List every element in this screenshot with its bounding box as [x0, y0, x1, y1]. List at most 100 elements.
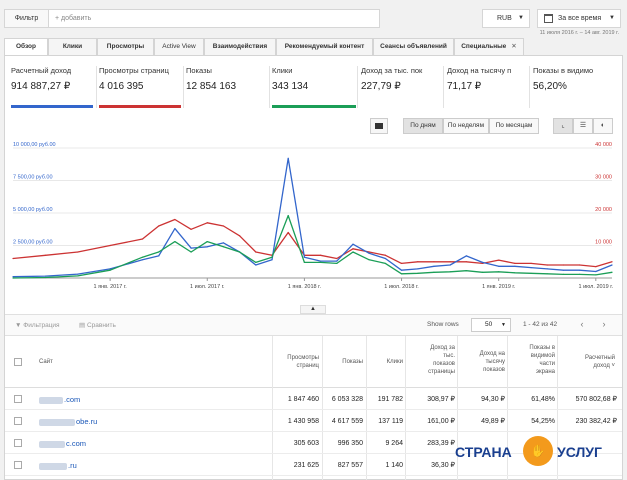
data-point	[465, 270, 467, 272]
data-point	[433, 271, 435, 273]
header-site[interactable]: Сайт	[39, 358, 53, 366]
by-day-button[interactable]: По дням	[403, 118, 443, 134]
right-axis-tick: 20 000	[595, 207, 612, 213]
tab-views[interactable]: Просмотры	[97, 38, 154, 56]
table-row[interactable]: .com 1 847 460 6 053 328 191 782 308,97 …	[5, 389, 622, 410]
data-point	[465, 255, 467, 257]
data-point	[595, 266, 597, 268]
x-axis-tick: 1 янв. 2019 г.	[482, 284, 516, 290]
header-clicks[interactable]: Клики	[367, 358, 403, 366]
metric-value: 343 134	[272, 81, 309, 92]
close-icon[interactable]: ✕	[511, 43, 516, 50]
data-point	[222, 242, 225, 244]
site-link[interactable]: obe.ru	[39, 411, 97, 432]
cell-viewable: 61,48%	[531, 396, 555, 403]
header-viewable[interactable]: Показы в видимой части экрана	[509, 344, 555, 376]
metric-label: Клики	[272, 66, 293, 75]
data-point	[190, 251, 192, 253]
site-link[interactable]: .com	[39, 389, 80, 410]
metric-pageviews[interactable]: Просмотры страниц 4 016 395	[99, 66, 181, 108]
tab-custom[interactable]: Специальные ✕	[454, 38, 524, 56]
row-checkbox[interactable]	[14, 461, 22, 469]
by-week-button[interactable]: По неделям	[443, 118, 489, 134]
metric-value: 56,20%	[533, 81, 567, 92]
compare-button[interactable]: ▤ Сравнить	[79, 319, 116, 332]
table-row[interactable]: obe.ru 1 430 958 4 617 559 137 119 161,0…	[5, 411, 622, 432]
cell-clicks: 191 782	[377, 396, 403, 403]
header-line: тыс.	[443, 353, 455, 359]
header-rpm-page[interactable]: Доход за тыс. показов страницы	[405, 344, 455, 376]
cell-viewable: 54,25%	[531, 418, 555, 425]
next-page-icon[interactable]: ›	[595, 318, 613, 332]
rows-per-page-select[interactable]: 50 ▼	[471, 318, 511, 332]
data-point	[465, 261, 467, 263]
watermark-text-right: УСЛУГ	[557, 444, 602, 460]
collapse-chart-button[interactable]: ▲	[300, 305, 326, 314]
data-point	[417, 272, 419, 274]
pie-chart-icon[interactable]: ◐	[593, 118, 613, 134]
right-axis-tick: 40 000	[595, 142, 612, 148]
filter-bar[interactable]: Фильтр + добавить	[4, 9, 380, 28]
metric-rpm-impressions[interactable]: Доход на тысячу п 71,17 ₽	[447, 66, 527, 108]
filter-add-link[interactable]: + добавить	[55, 10, 91, 27]
header-impressions[interactable]: Показы	[323, 358, 363, 366]
comment-icon[interactable]	[370, 118, 388, 134]
metric-impressions[interactable]: Показы 12 854 163	[186, 66, 268, 108]
performance-chart: 10 000,00 руб.00 7 500,00 руб.00 5 000,00 …	[12, 142, 614, 290]
data-point	[255, 251, 257, 253]
data-point	[611, 261, 613, 263]
header-revenue[interactable]: Расчетный доход ˅	[559, 354, 615, 370]
row-checkbox[interactable]	[14, 417, 22, 425]
currency-select[interactable]: RUB ▼	[482, 9, 530, 28]
cell-rpm-page: 308,97 ₽	[427, 396, 455, 403]
data-point	[255, 264, 257, 266]
cell-impressions: 4 617 559	[331, 418, 363, 425]
prev-page-icon[interactable]: ‹	[573, 318, 591, 332]
filter-button[interactable]: Фильтр	[5, 10, 49, 27]
handshake-icon: ✋	[523, 436, 553, 466]
by-month-button[interactable]: По месяцам	[489, 118, 539, 134]
metric-revenue[interactable]: Расчетный доход 914 887,27 ₽	[11, 66, 93, 108]
tab-overview[interactable]: Обзор	[4, 38, 48, 56]
data-point	[158, 255, 160, 257]
data-point	[562, 273, 565, 275]
row-checkbox[interactable]	[14, 439, 22, 447]
metric-label: Просмотры страниц	[99, 66, 169, 75]
tab-active-view[interactable]: Active View	[154, 38, 204, 56]
data-point	[319, 254, 322, 256]
data-point	[514, 272, 516, 274]
data-point	[239, 251, 241, 253]
site-link[interactable]: .ru	[39, 455, 77, 476]
date-range-text: 11 июля 2016 г. – 14 авг. 2019 г.	[539, 30, 619, 36]
row-checkbox[interactable]	[14, 395, 22, 403]
filter-rows-button[interactable]: ▼ Фильтрация	[15, 319, 60, 332]
date-range-button[interactable]: За все время ▼	[537, 9, 621, 28]
chart-icon: ▤	[79, 322, 87, 329]
report-tabs: Обзор Клики Просмотры Active View Взаимо…	[4, 38, 623, 56]
data-point	[611, 271, 613, 273]
tab-ad-sessions[interactable]: Сеансы объявлений	[373, 38, 454, 56]
data-point	[352, 251, 354, 253]
metric-viewable[interactable]: Показы в видимо 56,20%	[533, 66, 619, 108]
data-point	[433, 261, 435, 263]
site-link[interactable]: c.com	[39, 433, 86, 454]
data-point	[336, 260, 338, 262]
tab-recommended-content[interactable]: Рекомендуемый контент	[276, 38, 373, 56]
metric-rpm-page[interactable]: Доход за тыс. пок 227,79 ₽	[361, 66, 441, 108]
cell-revenue: 570 802,68 ₽	[575, 396, 617, 403]
metric-clicks[interactable]: Клики 343 134	[272, 66, 356, 108]
select-all-checkbox[interactable]	[14, 358, 22, 366]
chevron-down-icon: ▼	[609, 15, 615, 21]
header-rpm-impressions[interactable]: Доход на тысячу показов	[459, 350, 505, 374]
x-axis-tick: 1 янв. 2017 г.	[94, 284, 128, 290]
data-point	[400, 273, 403, 275]
bar-chart-icon[interactable]: ☰	[573, 118, 593, 134]
tab-interactions[interactable]: Взаимодействия	[204, 38, 276, 56]
tab-clicks[interactable]: Клики	[48, 38, 97, 56]
line-chart-icon[interactable]: ⌞	[553, 118, 573, 134]
data-point	[222, 225, 225, 227]
data-point	[271, 256, 273, 258]
site-name: c.com	[66, 439, 87, 448]
header-pageviews[interactable]: Просмотры страниц	[265, 354, 319, 370]
date-range-label: За все время	[558, 15, 602, 22]
